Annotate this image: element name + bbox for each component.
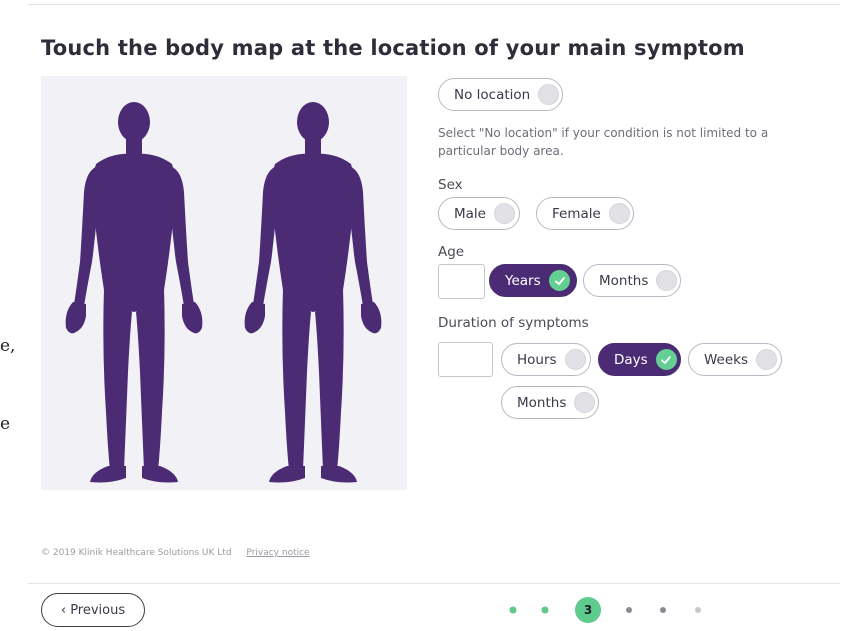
sex-option-female[interactable]: Female — [536, 197, 634, 230]
top-divider — [28, 4, 840, 5]
body-back-figure[interactable] — [244, 102, 382, 483]
edge-text-fragment: e — [0, 414, 11, 434]
sex-option-male[interactable]: Male — [438, 197, 520, 230]
age-unit-years[interactable]: Years — [489, 264, 577, 297]
body-map-figures[interactable] — [41, 76, 407, 490]
toggle-indicator-icon — [574, 392, 596, 413]
age-unit-months[interactable]: Months — [583, 264, 681, 297]
body-front-figure[interactable] — [65, 102, 203, 483]
step-dot-upcoming — [695, 607, 701, 613]
duration-unit-weeks[interactable]: Weeks — [688, 343, 782, 376]
toggle-indicator-icon — [538, 84, 560, 105]
page-title: Touch the body map at the location of yo… — [41, 36, 745, 60]
no-location-helper: Select "No location" if your condition i… — [438, 126, 769, 158]
duration-label: Duration of symptoms — [438, 315, 589, 331]
progress-stepper: 3 — [500, 596, 720, 624]
duration-unit-months[interactable]: Months — [501, 386, 599, 419]
footer: © 2019 Klinik Healthcare Solutions UK Lt… — [41, 548, 310, 558]
step-dot-completed — [541, 606, 549, 614]
previous-button[interactable]: ‹ Previous — [41, 593, 145, 627]
body-map[interactable] — [41, 76, 407, 490]
sex-label: Sex — [438, 177, 463, 193]
bottom-divider — [28, 583, 840, 584]
toggle-indicator-icon — [493, 203, 515, 224]
duration-unit-days[interactable]: Days — [598, 343, 681, 376]
age-label: Age — [438, 244, 465, 260]
copyright-text: © 2019 Klinik Healthcare Solutions UK Lt… — [41, 548, 232, 558]
no-location-toggle[interactable]: No location — [438, 78, 563, 111]
edge-text-fragment: e, — [0, 336, 16, 356]
step-dot-upcoming — [660, 607, 666, 613]
toggle-indicator-icon — [656, 270, 678, 291]
age-input[interactable] — [438, 264, 485, 299]
check-icon — [655, 349, 677, 370]
privacy-notice-link[interactable]: Privacy notice — [246, 548, 309, 558]
toggle-indicator-icon — [608, 203, 630, 224]
toggle-indicator-icon — [756, 349, 778, 370]
step-current: 3 — [575, 597, 601, 623]
step-dot-completed — [509, 606, 517, 614]
toggle-indicator-icon — [564, 349, 586, 370]
duration-unit-hours[interactable]: Hours — [501, 343, 591, 376]
duration-input[interactable] — [438, 342, 493, 377]
check-icon — [549, 270, 570, 291]
step-dot-upcoming — [626, 607, 632, 613]
